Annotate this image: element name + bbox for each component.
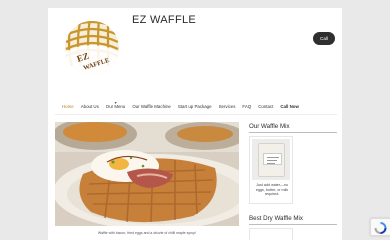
waffle-dish-photo <box>55 122 239 226</box>
sidebar-divider <box>249 132 337 133</box>
waffle-mix-heading: Our Waffle Mix <box>249 123 290 130</box>
hero-image <box>55 122 239 226</box>
recaptcha-badge[interactable] <box>370 218 390 236</box>
waffle-logo-icon: EZ WAFFLE <box>65 21 119 75</box>
waffle-mix-photo <box>252 139 290 180</box>
waffle-mix-description: Just add water—no eggs, butter, or milk … <box>255 183 289 197</box>
site-logo[interactable]: EZ WAFFLE <box>62 18 122 78</box>
waffle-mix-card[interactable]: Just add water—no eggs, butter, or milk … <box>249 136 293 204</box>
nav-faq[interactable]: FAQ <box>242 103 251 111</box>
submenu-caret-icon: ▼ <box>113 101 118 105</box>
dry-mix-heading: Best Dry Waffle Mix <box>249 215 303 222</box>
sidebar-divider-2 <box>249 224 337 225</box>
nav-services[interactable]: Services <box>219 103 236 111</box>
nav-our-menu[interactable]: ▼ Our Menu <box>106 101 126 111</box>
main-nav: Home About Us ▼ Our Menu Our Waffle Mach… <box>62 101 306 111</box>
dry-mix-card[interactable] <box>249 228 293 240</box>
nav-waffle-machine[interactable]: Our Waffle Machine <box>132 103 171 111</box>
site-title[interactable]: EZ WAFFLE <box>132 14 196 26</box>
nav-call-now[interactable]: Call Now <box>280 103 299 111</box>
recaptcha-icon <box>374 222 387 234</box>
call-button[interactable]: Call <box>313 32 335 45</box>
hero-caption: Waffle with bacon, fried eggs and a driz… <box>97 231 197 235</box>
nav-home[interactable]: Home <box>62 103 74 111</box>
mix-bag-icon <box>258 143 285 177</box>
nav-divider <box>55 114 337 115</box>
nav-contact[interactable]: Contact <box>258 103 273 111</box>
nav-about-us[interactable]: About Us <box>81 103 99 111</box>
nav-startup-package[interactable]: Start up Package <box>178 103 212 111</box>
